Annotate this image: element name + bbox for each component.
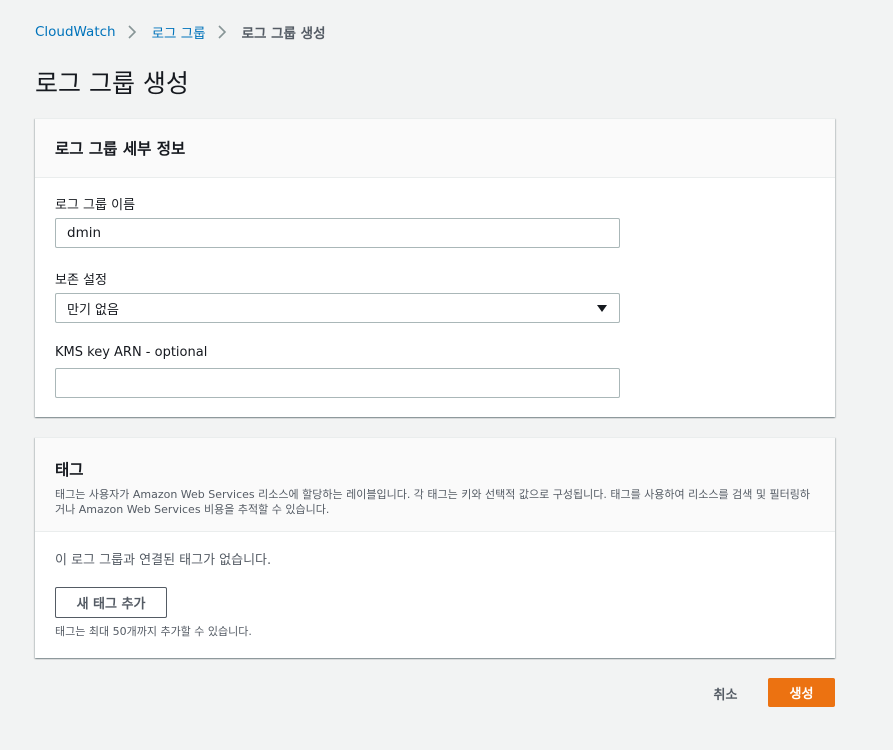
- no-tags-message: 이 로그 그룹과 연결된 태그가 없습니다.: [55, 553, 272, 568]
- retention-select[interactable]: 만기 없음: [55, 293, 620, 323]
- details-panel-title: 로그 그룹 세부 정보: [55, 140, 186, 158]
- details-panel-header: 로그 그룹 세부 정보: [35, 119, 835, 178]
- tags-panel: 태그 태그는 사용자가 Amazon Web Services 리소스에 할당하…: [35, 437, 835, 658]
- chevron-right-icon: [127, 22, 141, 42]
- tags-description: 태그는 사용자가 Amazon Web Services 리소스에 할당하는 레…: [55, 488, 810, 516]
- log-group-name-input[interactable]: [55, 218, 620, 248]
- tags-limit-text: 태그는 최대 50개까지 추가할 수 있습니다.: [55, 625, 252, 638]
- tags-panel-title: 태그: [55, 461, 84, 479]
- page-title: 로그 그룹 생성: [35, 69, 189, 98]
- kms-key-input[interactable]: [55, 368, 620, 398]
- create-button[interactable]: 생성: [768, 678, 835, 707]
- cancel-button[interactable]: 취소: [698, 678, 753, 708]
- breadcrumb-current: 로그 그룹 생성: [241, 26, 326, 42]
- kms-key-label: KMS key ARN - optional: [55, 345, 208, 360]
- log-group-details-panel: 로그 그룹 세부 정보 로그 그룹 이름 보존 설정 만기 없음 KMS key…: [35, 118, 835, 417]
- caret-down-icon: [596, 302, 608, 314]
- breadcrumb-log-groups[interactable]: 로그 그룹: [152, 22, 206, 42]
- breadcrumb: CloudWatch 로그 그룹 로그 그룹 생성: [35, 22, 326, 42]
- retention-selected-value: 만기 없음: [67, 302, 119, 318]
- chevron-right-icon: [217, 22, 231, 42]
- create-log-group-page: CloudWatch 로그 그룹 로그 그룹 생성 로그 그룹 생성 로그 그룹…: [0, 0, 893, 750]
- retention-label: 보존 설정: [55, 273, 107, 288]
- log-group-name-label: 로그 그룹 이름: [55, 198, 136, 213]
- breadcrumb-cloudwatch[interactable]: CloudWatch: [35, 24, 116, 40]
- add-tag-button[interactable]: 새 태그 추가: [55, 587, 167, 618]
- tags-panel-header: 태그 태그는 사용자가 Amazon Web Services 리소스에 할당하…: [35, 438, 835, 532]
